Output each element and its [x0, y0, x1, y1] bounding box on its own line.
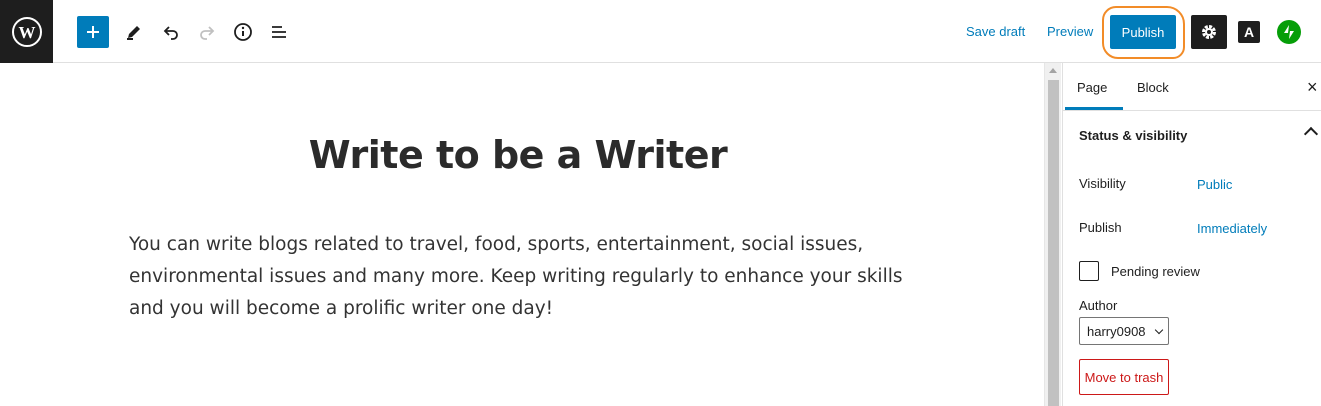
add-block-button[interactable]	[77, 16, 109, 48]
jetpack-icon[interactable]	[1277, 20, 1301, 44]
settings-button[interactable]	[1191, 15, 1227, 49]
pending-review-checkbox[interactable]	[1079, 261, 1099, 281]
details-button[interactable]	[227, 16, 259, 48]
active-tab-indicator	[1065, 107, 1123, 110]
undo-button[interactable]	[155, 16, 187, 48]
redo-button[interactable]	[191, 16, 223, 48]
canvas-scrollbar[interactable]	[1044, 63, 1061, 406]
list-view-icon	[272, 26, 286, 38]
post-title[interactable]: Write to be a Writer	[0, 133, 1036, 177]
pencil-icon	[127, 26, 140, 40]
pending-review-label[interactable]: Pending review	[1111, 264, 1200, 279]
editor-canvas: Write to be a Writer You can write blogs…	[0, 63, 1044, 406]
author-select[interactable]: harry0908	[1079, 317, 1169, 345]
visibility-label: Visibility	[1079, 176, 1126, 191]
publish-button[interactable]: Publish	[1110, 15, 1176, 49]
scroll-up-icon[interactable]	[1049, 68, 1057, 73]
status-visibility-panel-title[interactable]: Status & visibility	[1079, 128, 1187, 143]
publish-date-toggle[interactable]: Immediately	[1197, 221, 1267, 236]
svg-text:W: W	[18, 23, 35, 42]
gear-icon	[1202, 25, 1216, 39]
wordpress-logo-icon[interactable]: W	[0, 0, 53, 63]
sidebar-tabs: Page Block ×	[1063, 63, 1321, 111]
tools-button[interactable]	[118, 16, 150, 48]
editor-toolbar: W Save draft Preview Publish A	[0, 0, 1321, 63]
author-select-value: harry0908	[1087, 324, 1146, 339]
chevron-up-icon[interactable]	[1303, 126, 1319, 142]
tab-page[interactable]: Page	[1077, 80, 1107, 95]
preview-button[interactable]: Preview	[1047, 24, 1093, 39]
scroll-thumb[interactable]	[1048, 80, 1059, 406]
redo-icon	[200, 26, 215, 40]
a-plugin-button[interactable]: A	[1238, 21, 1260, 43]
list-view-button[interactable]	[263, 16, 295, 48]
close-icon[interactable]: ×	[1307, 77, 1318, 98]
author-label: Author	[1079, 298, 1118, 313]
publish-date-label: Publish	[1079, 220, 1122, 235]
paragraph-block[interactable]: You can write blogs related to travel, f…	[129, 229, 919, 325]
settings-sidebar: Page Block × Status & visibility Visibil…	[1062, 63, 1321, 406]
move-to-trash-button[interactable]: Move to trash	[1079, 359, 1169, 395]
tab-block[interactable]: Block	[1137, 80, 1169, 95]
save-draft-button[interactable]: Save draft	[966, 24, 1025, 39]
plus-icon	[87, 26, 99, 38]
info-icon	[234, 23, 252, 41]
visibility-toggle[interactable]: Public	[1197, 177, 1232, 192]
chevron-down-icon	[1154, 325, 1164, 335]
undo-icon	[163, 26, 178, 40]
